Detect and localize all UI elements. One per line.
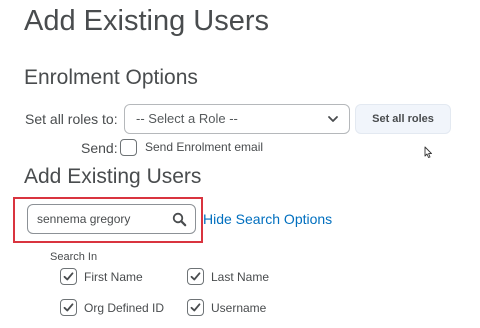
first-name-label: First Name <box>84 270 143 284</box>
search-in-label: Search In <box>50 251 98 263</box>
search-input[interactable]: sennema gregory <box>27 204 196 234</box>
checkmark-icon <box>190 303 201 312</box>
add-existing-users-page: Add Existing Users Enrolment Options Set… <box>0 0 480 328</box>
set-all-roles-label: Set all roles to: <box>25 111 118 127</box>
first-name-checkbox[interactable] <box>60 268 77 285</box>
last-name-checkbox[interactable] <box>187 268 204 285</box>
set-all-roles-button[interactable]: Set all roles <box>355 104 451 134</box>
username-checkbox[interactable] <box>187 299 204 316</box>
org-defined-id-label: Org Defined ID <box>84 301 165 315</box>
search-icon[interactable] <box>172 212 187 227</box>
checkmark-icon <box>190 272 201 281</box>
role-select[interactable]: -- Select a Role -- <box>124 104 350 134</box>
enrolment-options-heading: Enrolment Options <box>24 66 198 89</box>
role-select-value: -- Select a Role -- <box>136 111 238 126</box>
checkmark-icon <box>63 303 74 312</box>
chevron-down-icon <box>328 116 338 122</box>
send-enrolment-email-checkbox[interactable] <box>120 139 137 156</box>
mouse-cursor-icon <box>424 146 432 158</box>
send-enrolment-email-label: Send Enrolment email <box>145 140 264 154</box>
last-name-label: Last Name <box>211 270 270 284</box>
org-defined-id-checkbox[interactable] <box>60 299 77 316</box>
page-title: Add Existing Users <box>24 5 269 37</box>
hide-search-options-link[interactable]: Hide Search Options <box>203 210 332 228</box>
search-input-value: sennema gregory <box>37 212 131 226</box>
checkmark-icon <box>63 272 74 281</box>
send-label: Send: <box>81 140 118 156</box>
username-label: Username <box>211 301 267 315</box>
add-existing-users-heading: Add Existing Users <box>24 165 202 188</box>
